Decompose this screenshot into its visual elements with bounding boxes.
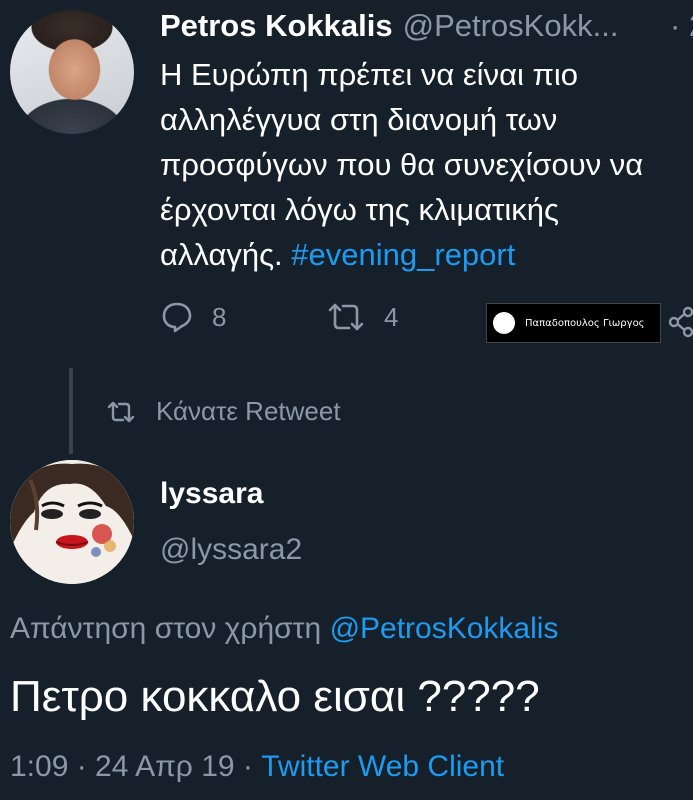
- thread-connector-line: [69, 368, 73, 454]
- tweet1-text-line: Η Ευρώπη πρέπει να είναι πιο: [160, 57, 579, 92]
- share-button[interactable]: [666, 306, 693, 343]
- retweet-button[interactable]: 4: [326, 300, 398, 334]
- lyssara-avatar-art: [10, 460, 134, 584]
- client-link[interactable]: Twitter Web Client: [261, 750, 504, 783]
- retweet-notice: Κάνατε Retweet: [106, 396, 341, 427]
- reply-bubble-icon: [162, 302, 192, 333]
- watermark-text: Παπαδοπουλος Γιωργος: [525, 317, 645, 329]
- tweet1-text-end: αλλαγής.: [160, 237, 283, 272]
- petros-avatar[interactable]: [10, 10, 134, 134]
- reply-count: 8: [212, 301, 227, 332]
- reply-context: Απάντηση στον χρήστη @PetrosKokkalis: [10, 612, 558, 646]
- tweet1-text-line-last: αλλαγής. #evening_report: [160, 232, 693, 277]
- reply-button[interactable]: 8: [160, 300, 226, 334]
- reply-mention-link[interactable]: @PetrosKokkalis: [330, 612, 559, 645]
- watermark-logo: [493, 312, 515, 334]
- retweet-count: 4: [384, 301, 399, 332]
- retweet-arrows-icon: [328, 303, 364, 331]
- retweet-small-icon: [107, 401, 135, 422]
- tweet1-text-line: έρχονται λόγω της κλιματικής: [160, 192, 559, 227]
- tweet1-time: · 2: [670, 8, 693, 43]
- tweet1-handle[interactable]: @PetrosKokk...: [403, 8, 619, 43]
- share-icon: [668, 306, 693, 338]
- tweet1-text: Η Ευρώπη πρέπει να είναι πιο αλληλέγγυα …: [160, 52, 693, 277]
- tweet2-timestamp[interactable]: 1:09 · 24 Απρ 19 ·: [10, 750, 261, 783]
- tweet1-display-name[interactable]: Petros Kokkalis: [160, 8, 393, 43]
- retweet-notice-text: Κάνατε Retweet: [156, 396, 341, 426]
- lyssara-avatar[interactable]: [10, 460, 134, 584]
- reply-prefix: Απάντηση στον χρήστη: [10, 612, 322, 645]
- tweet1-header: Petros Kokkalis @PetrosKokk... · 2: [160, 8, 693, 44]
- tweet2-handle[interactable]: @lyssara2: [160, 533, 302, 567]
- tweet2-display-name[interactable]: lyssara: [160, 477, 263, 511]
- tweet2-meta: 1:09 · 24 Απρ 19 · Twitter Web Client: [10, 750, 504, 784]
- hashtag-link[interactable]: #evening_report: [291, 237, 515, 272]
- tweet1-text-line: προσφύγων που θα συνεχίσουν να: [160, 147, 644, 182]
- tweet2-text: Πετρο κοκκαλο εισαι ?????: [10, 672, 540, 721]
- tweet1-text-line: αλληλέγγυα στη διανομή των: [160, 102, 558, 137]
- watermark-overlay: Παπαδοπουλος Γιωργος: [486, 303, 661, 343]
